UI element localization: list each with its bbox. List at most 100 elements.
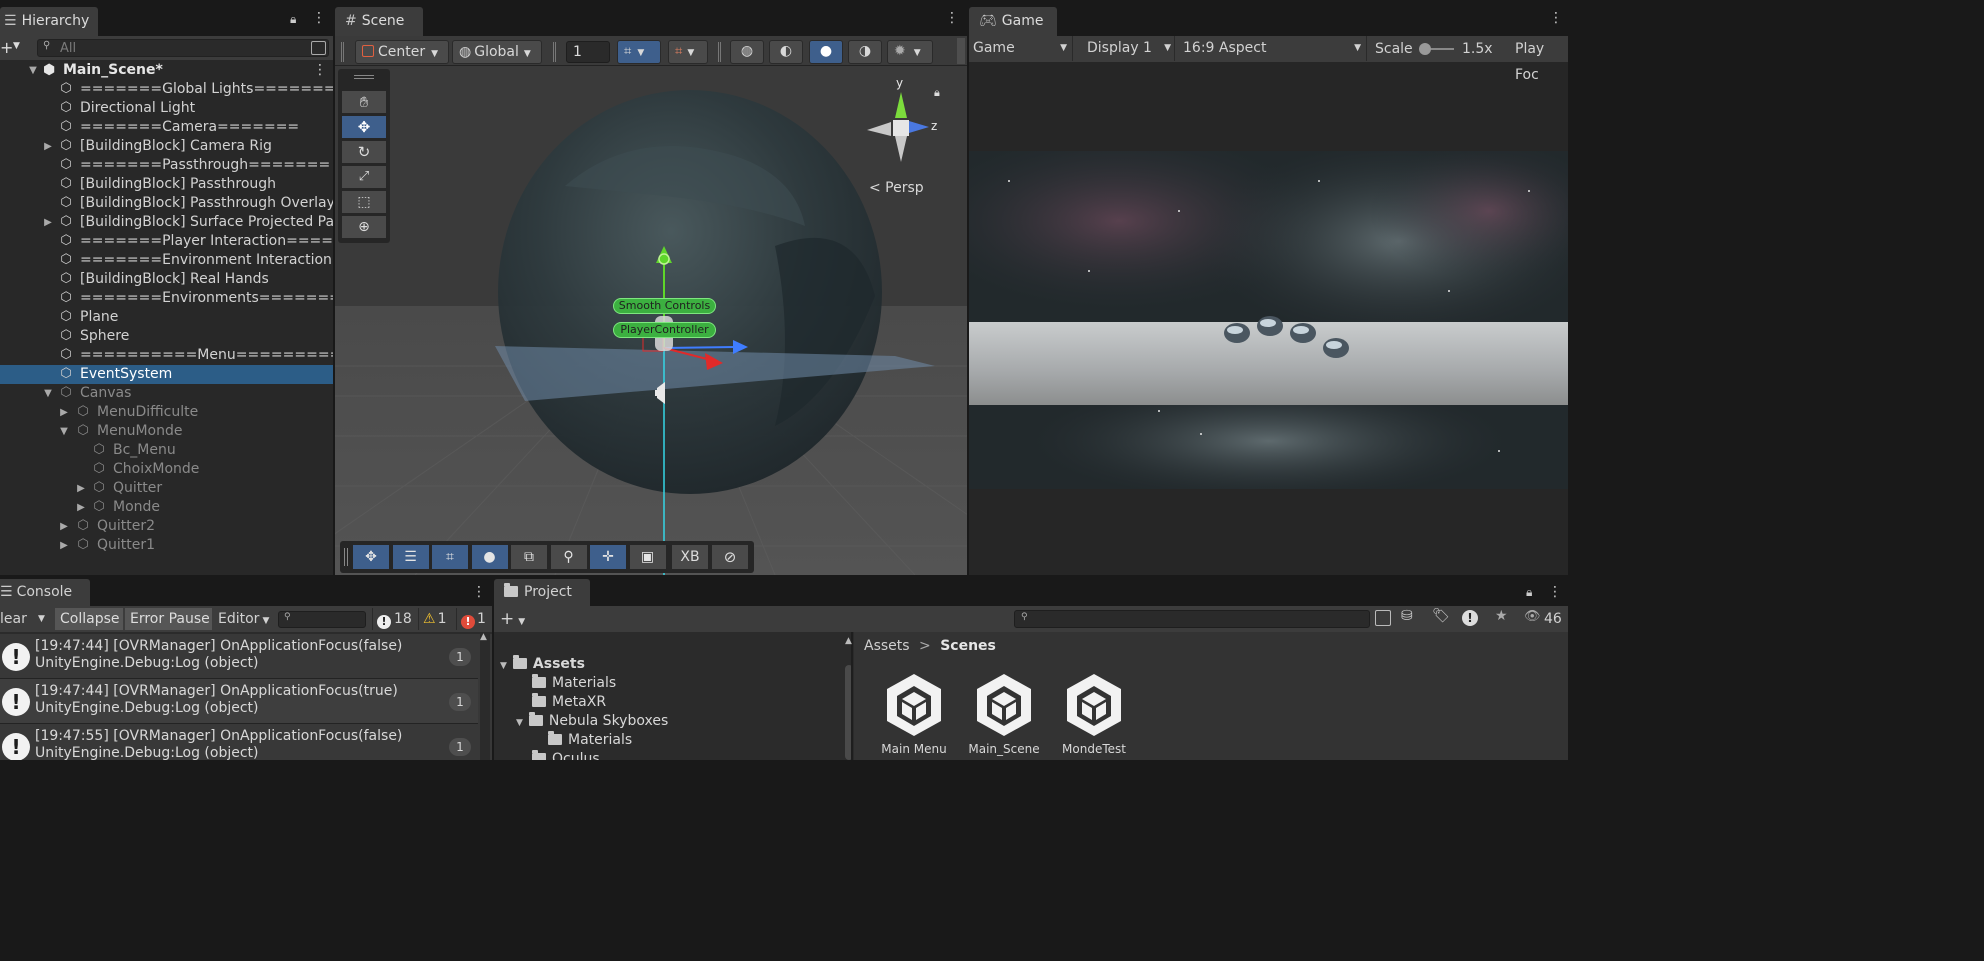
project-folder-item[interactable]: MetaXR [532,693,606,712]
hierarchy-item[interactable]: ▶ ⬡ Monde [0,498,333,517]
project-menu-icon[interactable]: ⋮ [1548,585,1562,599]
scale-slider[interactable] [1419,43,1454,55]
project-search-input[interactable]: ⚲ [1014,610,1370,628]
hand-tool-button[interactable]: ✋︎ [342,91,386,113]
hierarchy-item[interactable]: ⬡ Plane [0,308,333,327]
hierarchy-item[interactable]: ⬡ =======Passthrough======= [0,156,333,175]
collapse-arrow-icon[interactable]: ▶ [42,137,54,156]
hierarchy-item[interactable]: ⬡ =======Global Lights======= [0,80,333,99]
scene-asset[interactable]: MondeTest [1054,672,1134,756]
hierarchy-item[interactable]: ⬡ [BuildingBlock] Passthrough Overlay [0,194,333,213]
panel-splitter[interactable] [851,632,853,760]
hierarchy-item[interactable]: ▶ ⬡ [BuildingBlock] Camera Rig [0,137,333,156]
game-mode-dropdown[interactable]: Game ▼ [969,36,1073,61]
scene-asset[interactable]: Main_Scene [964,672,1044,756]
rect-tool-button[interactable]: ⬚ [342,191,386,213]
project-folder-item[interactable]: Materials [532,674,616,693]
shaded-button[interactable]: ● [809,40,843,64]
scene-viewport[interactable]: Smooth Controls PlayerController y z 🔒︎ … [335,66,967,575]
collapse-arrow-icon[interactable]: ▶ [58,517,70,536]
overlay-grip[interactable] [354,75,374,79]
player-controller-label[interactable]: PlayerController [613,322,716,338]
console-entry[interactable]: ! [19:47:44] [OVRManager] OnApplicationFo… [0,634,478,679]
scene-menu-icon[interactable]: ⋮ [313,61,327,80]
unlit-button[interactable]: ◑ [848,40,882,64]
collapse-arrow-icon[interactable]: ▶ [58,403,70,422]
search-by-label-icon[interactable]: ⛁ [1401,608,1413,624]
error-pause-toggle[interactable]: Error Pause [125,608,212,630]
debug-draw-mode-button[interactable]: ✹ ▼ [887,40,933,64]
search-options-icon[interactable] [311,41,326,55]
display-dropdown[interactable]: Display 1 ▼ [1079,36,1175,61]
hierarchy-item[interactable]: ▶ ⬡ Quitter1 [0,536,333,555]
overlay-tool-button[interactable]: ▣ [629,545,666,569]
hierarchy-search-input[interactable]: ⚲ All [37,39,329,57]
visibility-icon[interactable]: 👁︎ [1524,609,1541,624]
hierarchy-menu-icon[interactable]: ⋮ [312,11,326,25]
collapse-arrow-icon[interactable]: ▶ [75,479,87,498]
game-view[interactable] [969,151,1568,489]
overlay-tool-button[interactable]: ⧉ [511,545,547,569]
smooth-controls-label[interactable]: Smooth Controls [613,298,716,314]
expand-arrow-icon[interactable]: ▼ [500,661,507,671]
warning-filter-toggle[interactable]: ⚠ 1 [418,608,454,630]
shaded-wireframe-button[interactable]: ◐ [769,40,803,64]
hierarchy-item[interactable]: ▶ ⬡ [BuildingBlock] Surface Projected Pas [0,213,333,232]
scale-tool-button[interactable]: ⤢ [342,166,386,188]
hierarchy-item[interactable]: ⬡ Sphere [0,327,333,346]
error-filter-icon[interactable]: ! [1462,610,1478,626]
scroll-up-icon[interactable]: ▲ [480,632,487,642]
game-menu-icon[interactable]: ⋮ [1549,11,1563,25]
expand-arrow-icon[interactable]: ▼ [58,422,70,441]
overlay-grip[interactable] [344,548,348,566]
scene-asset[interactable]: Main Menu [874,672,954,756]
tag-icon[interactable]: 🏷︎ [1432,608,1450,624]
hierarchy-item[interactable]: ⬡ [BuildingBlock] Passthrough [0,175,333,194]
collapse-arrow-icon[interactable]: ▶ [75,498,87,517]
hierarchy-item[interactable]: ⬡ EventSystem [0,365,333,384]
chevron-down-icon[interactable]: ▼ [13,41,20,51]
favorites-icon[interactable]: ★ [1495,608,1508,624]
rotate-tool-button[interactable]: ↻ [342,141,386,163]
scene-root-row[interactable]: ▼ ⬢ Main_Scene* ⋮ [0,61,333,80]
tab-scene[interactable]: # Scene [335,7,423,36]
overlay-tool-button[interactable]: ✛ [590,545,626,569]
compass-button[interactable]: ⊘ [712,545,748,569]
grid-snap-input[interactable]: 1 [566,41,610,63]
hierarchy-item[interactable]: ⬡ ChoixMonde [0,460,333,479]
collapse-arrow-icon[interactable]: ▶ [42,213,54,232]
console-entry[interactable]: ! [19:47:55] [OVRManager] OnApplicationFo… [0,724,478,760]
gizmo-lock-icon[interactable]: 🔒︎ [934,86,940,100]
project-folder-item[interactable]: Oculus [532,750,600,760]
hierarchy-item[interactable]: ⬡ Bc_Menu [0,441,333,460]
hierarchy-item[interactable]: ⬡ =======Player Interaction======= [0,232,333,251]
tab-console[interactable]: ☰ Console [0,579,90,606]
editor-dropdown[interactable]: Editor ▼ [215,608,273,630]
clear-button[interactable]: lear ▼ [0,608,52,630]
expand-arrow-icon[interactable]: ▼ [27,61,39,80]
add-icon[interactable]: + [0,38,13,57]
pivot-rotation-dropdown[interactable]: ◍ Global ▼ [452,40,542,64]
hierarchy-item[interactable]: ▶ ⬡ Quitter [0,479,333,498]
hierarchy-item[interactable]: ⬡ [BuildingBlock] Real Hands [0,270,333,289]
hierarchy-item[interactable]: ▼ ⬡ MenuMonde [0,422,333,441]
hierarchy-item[interactable]: ⬡ =======Environments======= [0,289,333,308]
console-entry[interactable]: ! [19:47:44] [OVRManager] OnApplicationFo… [0,679,478,724]
console-menu-icon[interactable]: ⋮ [472,585,486,599]
breadcrumb-scenes[interactable]: Scenes [940,638,996,654]
scale-slider-handle[interactable] [1419,43,1431,55]
tab-project[interactable]: Project [494,579,590,606]
create-asset-button[interactable]: + ▼ [500,608,534,630]
scroll-up-icon[interactable]: ▲ [845,636,852,646]
project-folder-item[interactable]: ▼ Assets [500,655,585,674]
projection-toggle[interactable]: < Persp [869,180,924,196]
project-folder-item[interactable]: Materials [548,731,632,750]
overlay-tool-button[interactable]: ⚲ [550,545,587,569]
breadcrumb-assets[interactable]: Assets [864,638,910,654]
grid-snap-toggle[interactable]: ⌗ ▼ [617,40,661,64]
hierarchy-item[interactable]: ▶ ⬡ Quitter2 [0,517,333,536]
error-filter-toggle[interactable]: ! 1 [456,608,492,630]
play-focus-dropdown[interactable]: Play Foc [1515,36,1568,88]
hierarchy-item[interactable]: ⬡ =======Camera======= [0,118,333,137]
hierarchy-item[interactable]: ▶ ⬡ MenuDifficulte [0,403,333,422]
